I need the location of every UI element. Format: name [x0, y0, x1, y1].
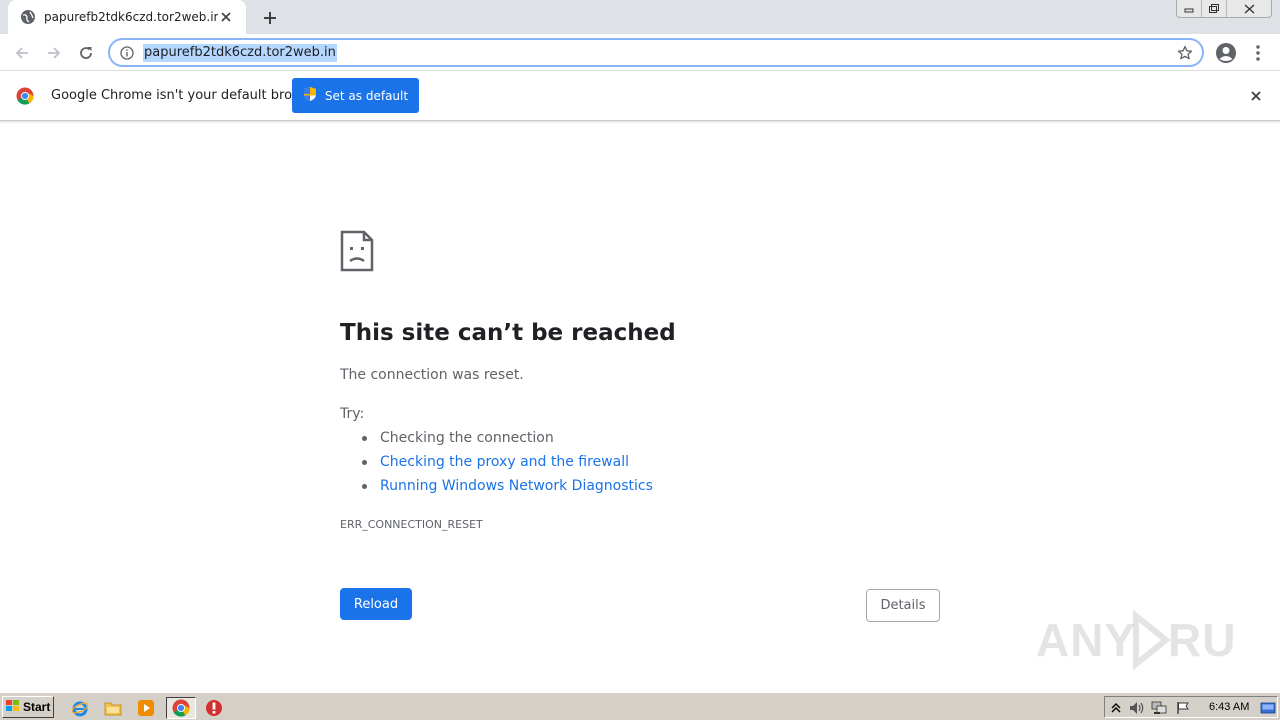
- window-close-icon[interactable]: [1227, 0, 1271, 17]
- details-button[interactable]: Details: [866, 589, 940, 622]
- forward-arrow-icon[interactable]: [42, 41, 66, 65]
- tab-strip: papurefb2tdk6czd.tor2web.in: [0, 0, 1280, 34]
- suggestion-check-connection: Checking the connection: [362, 428, 653, 452]
- set-as-default-button[interactable]: Set as default: [292, 78, 419, 113]
- browser-toolbar: papurefb2tdk6czd.tor2web.in: [0, 34, 1280, 71]
- window-controls: [1176, 0, 1272, 18]
- restore-icon[interactable]: [1202, 0, 1227, 17]
- start-label: Start: [23, 700, 51, 714]
- suggestion-proxy-firewall-link[interactable]: Checking the proxy and the firewall: [362, 452, 653, 476]
- file-explorer-icon[interactable]: [101, 697, 125, 719]
- alert-stop-icon[interactable]: [202, 697, 226, 719]
- svg-text:RUN: RUN: [1168, 614, 1236, 666]
- back-arrow-icon[interactable]: [10, 41, 34, 65]
- taskbar-clock[interactable]: 6:43 AM: [1209, 701, 1249, 713]
- tab-title: papurefb2tdk6czd.tor2web.in: [44, 10, 218, 24]
- action-center-flag-icon[interactable]: [1175, 700, 1191, 716]
- chrome-logo-icon: [16, 87, 34, 105]
- windows-logo-icon: [5, 698, 21, 717]
- default-browser-infobar: Google Chrome isn't your default browser…: [0, 71, 1280, 121]
- shield-icon: [303, 86, 317, 105]
- network-icon[interactable]: [1151, 700, 1167, 716]
- profile-avatar-icon[interactable]: [1214, 41, 1238, 65]
- info-icon[interactable]: [119, 45, 135, 61]
- url-text[interactable]: papurefb2tdk6czd.tor2web.in: [143, 43, 337, 62]
- reload-icon[interactable]: [74, 41, 98, 65]
- start-button[interactable]: Start: [2, 696, 54, 718]
- windows-taskbar: Start 6:43 AM: [0, 692, 1280, 720]
- show-desktop-icon[interactable]: [1260, 700, 1276, 716]
- reload-button[interactable]: Reload: [340, 588, 412, 620]
- error-subtitle: The connection was reset.: [340, 367, 524, 383]
- new-tab-icon[interactable]: [260, 8, 280, 28]
- system-tray: 6:43 AM: [1104, 696, 1278, 718]
- tab-close-icon[interactable]: [218, 9, 234, 25]
- volume-icon[interactable]: [1129, 700, 1145, 716]
- chrome-taskbar-icon[interactable]: [166, 697, 196, 719]
- minimize-icon[interactable]: [1177, 0, 1202, 17]
- kebab-menu-icon[interactable]: [1248, 41, 1268, 65]
- star-icon[interactable]: [1176, 44, 1194, 62]
- address-bar[interactable]: papurefb2tdk6czd.tor2web.in: [108, 38, 1204, 67]
- media-player-icon[interactable]: [134, 697, 158, 719]
- try-label: Try:: [340, 406, 365, 422]
- infobar-close-icon[interactable]: [1248, 88, 1264, 104]
- browser-tab[interactable]: papurefb2tdk6czd.tor2web.in: [8, 0, 246, 34]
- suggestion-network-diagnostics-link[interactable]: Running Windows Network Diagnostics: [362, 476, 653, 500]
- sad-page-icon: [340, 230, 374, 272]
- infobar-message: Google Chrome isn't your default browser: [51, 88, 323, 103]
- set-as-default-label: Set as default: [324, 88, 409, 103]
- anyrun-watermark-logo: ANY RUN: [1036, 608, 1270, 683]
- svg-text:ANY: ANY: [1036, 614, 1136, 666]
- globe-icon: [20, 9, 36, 25]
- suggestions-list: Checking the connection Checking the pro…: [362, 428, 653, 500]
- error-code: ERR_CONNECTION_RESET: [340, 518, 483, 531]
- error-title: This site can’t be reached: [340, 320, 676, 346]
- internet-explorer-icon[interactable]: [68, 697, 92, 719]
- show-hidden-icons-icon[interactable]: [1108, 700, 1124, 716]
